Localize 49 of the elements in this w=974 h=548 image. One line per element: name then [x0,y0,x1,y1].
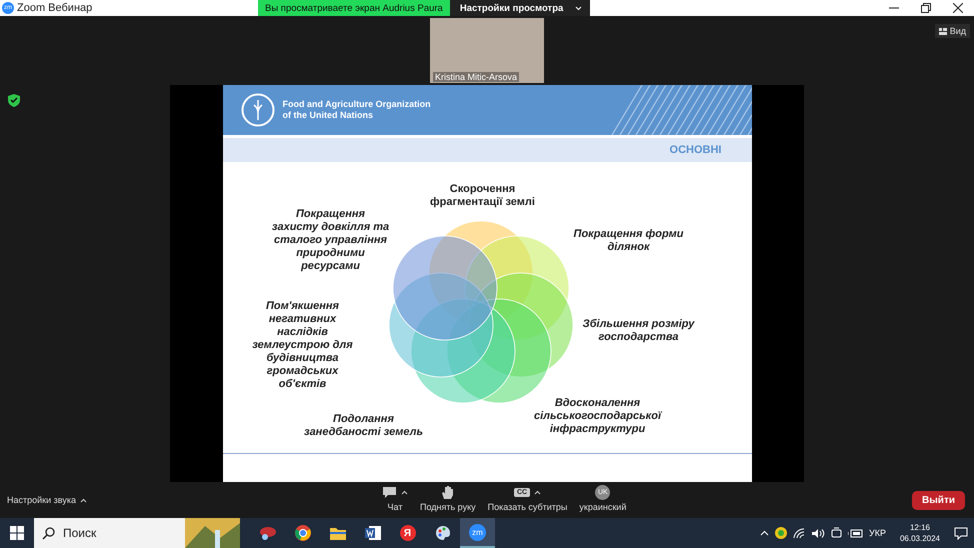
emblem-icon [240,93,274,127]
speaker-icon[interactable] [810,528,825,538]
diagram-label: Пом'якшення негативних наслідків землеустрою для будівництва громадських об'єктів [251,300,354,391]
clock-date[interactable]: 06.03.2024 [900,533,940,544]
folder-icon [330,526,346,540]
diagram-label: Скорочення фрагментації землі [429,183,536,209]
wifi-icon[interactable] [792,528,805,538]
toolbar-button[interactable]: Чат [380,484,410,512]
grid-icon [938,28,947,34]
toolbar-button[interactable]: Поднять руку [418,484,478,512]
participant-name: Kristina Mitic-Arsova [433,72,520,82]
input-language[interactable]: УКР [868,528,886,538]
caret-icon[interactable] [401,490,408,494]
window-title: Zoom Вебинар [17,2,92,14]
diagram-label: Вдосконалення сільськогосподарської інфраструктури [533,397,664,436]
leave-button[interactable]: Выйти [912,490,965,510]
audio-settings-button[interactable]: Настройки звука [7,495,87,505]
zoom-app-icon: zm [469,524,486,540]
search-icon [42,526,55,540]
section-title: ОСНОВНІ [670,144,722,156]
caret-icon[interactable] [534,490,542,494]
caret-icon [80,498,87,502]
hand-icon [441,484,454,500]
battery-icon[interactable] [848,528,863,538]
organization-name: Food and Agriculture Organization of the United Nations [282,99,431,121]
view-button[interactable]: Вид [934,24,970,38]
palette-icon [434,525,450,541]
diagram-label: Покращення форми ділянок [572,228,684,254]
close-icon[interactable] [953,3,963,13]
speech-bubble-icon [382,486,397,498]
shield-icon [8,94,20,107]
search-field[interactable]: Поиск [34,518,240,548]
notification-icon[interactable] [954,526,968,540]
landscape-drawing [185,518,240,548]
browser-icon: Я [400,525,416,541]
diagram-label: Подолання занедбаності земель [302,413,424,439]
status-dot-icon[interactable] [774,527,787,539]
view-options-button[interactable]: Настройки просмотра [450,0,590,16]
clock-time[interactable]: 12:16 [910,522,930,533]
diagram-label: Покращення захисту довкілля та сталого управління природними ресурсами [270,208,390,273]
screen-share-banner: Вы просматриваете экран Audrius Paura [258,0,450,16]
browser-icon [294,525,310,541]
chevron-up-icon[interactable] [760,530,769,536]
diagram-label: Збільшення розміру господарства [582,318,696,344]
document-icon [364,525,380,541]
taskbar-app-button[interactable]: Я [390,518,425,548]
camera-icon[interactable] [830,527,842,539]
chevron-icon [575,6,582,10]
restore-icon[interactable] [921,3,931,13]
